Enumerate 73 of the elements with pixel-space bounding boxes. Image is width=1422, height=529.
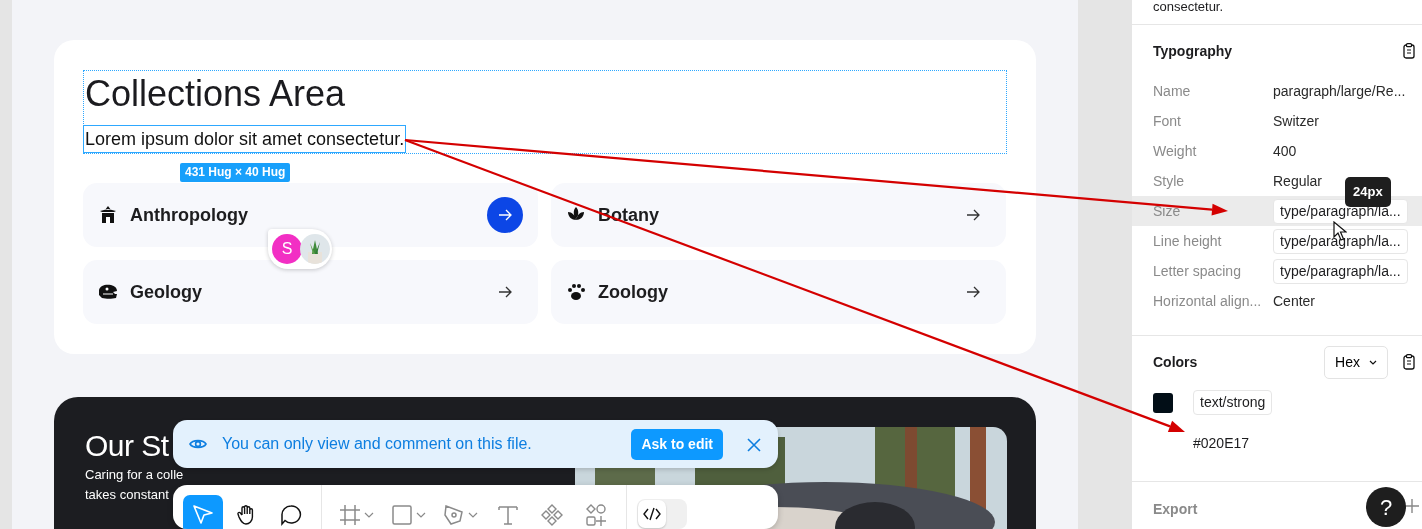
story-text-line: takes constant bbox=[85, 486, 170, 504]
tile-label: Zoology bbox=[598, 280, 669, 304]
eye-icon bbox=[189, 438, 207, 450]
section-title: Typography bbox=[1153, 41, 1234, 61]
clipboard-icon[interactable] bbox=[1402, 354, 1416, 370]
property-label: Size bbox=[1153, 201, 1182, 221]
property-label: Weight bbox=[1153, 141, 1198, 161]
tile-label: Botany bbox=[598, 203, 660, 227]
hex-value: #020E17 bbox=[1192, 434, 1251, 453]
tooltip: 24px bbox=[1345, 177, 1391, 207]
code-button[interactable] bbox=[638, 500, 666, 528]
move-tool-icon bbox=[191, 503, 215, 527]
color-token: text/strong bbox=[1193, 390, 1273, 415]
banner-message: You can only view and comment on this file. bbox=[222, 434, 533, 454]
property-label: Line height bbox=[1153, 231, 1223, 251]
property-label: Style bbox=[1153, 171, 1186, 191]
chevron-icon bbox=[1369, 359, 1377, 365]
section-heading: Collections Area bbox=[84, 72, 347, 116]
property-label: Horizontal align... bbox=[1153, 291, 1263, 311]
property-row[interactable]: Horizontal align... Center bbox=[1132, 286, 1322, 316]
collection-tile[interactable]: Botany bbox=[551, 183, 1006, 247]
property-row[interactable]: Style Regular bbox=[1132, 166, 1329, 196]
arrow-icon bbox=[966, 209, 980, 221]
property-label: Font bbox=[1153, 111, 1182, 131]
component-icon bbox=[540, 503, 564, 527]
property-text: consectetur. bbox=[1132, 0, 1422, 25]
caret-icon bbox=[364, 512, 374, 518]
story-heading: Our St bbox=[85, 428, 170, 464]
pen-icon bbox=[442, 503, 466, 527]
collection-tile[interactable]: Zoology bbox=[551, 260, 1006, 324]
property-row[interactable]: Line height type/paragraph/la... bbox=[1132, 226, 1414, 256]
property-row[interactable]: Font Switzer bbox=[1132, 106, 1325, 136]
dev-mode-toggle[interactable] bbox=[637, 499, 687, 529]
text-icon bbox=[496, 503, 520, 527]
tile-label: Geology bbox=[130, 280, 203, 304]
section-subtitle: Lorem ipsum dolor sit amet consectetur. bbox=[83, 125, 407, 153]
property-row[interactable]: Name paragraph/large/Re... bbox=[1132, 76, 1412, 106]
property-value: Switzer bbox=[1273, 111, 1319, 131]
tile-label: Anthropology bbox=[130, 203, 249, 227]
property-value: Regular bbox=[1273, 171, 1323, 191]
user-avatar: S bbox=[272, 234, 302, 264]
arrow-icon bbox=[966, 286, 980, 298]
property-value: Center bbox=[1273, 291, 1316, 311]
arrow-button[interactable] bbox=[487, 197, 523, 233]
property-row[interactable]: Letter spacing type/paragraph/la... bbox=[1132, 256, 1414, 286]
arrow-icon bbox=[498, 286, 512, 298]
property-row[interactable]: Weight 400 bbox=[1132, 136, 1303, 166]
property-value: paragraph/large/Re... bbox=[1273, 81, 1406, 101]
arrow-icon bbox=[498, 209, 512, 221]
code-icon bbox=[643, 506, 661, 522]
collection-tile[interactable]: Geology bbox=[83, 260, 538, 324]
caret-icon bbox=[468, 512, 478, 518]
shapes-icon bbox=[584, 503, 608, 527]
property-value: 400 bbox=[1273, 141, 1297, 161]
property-label: Letter spacing bbox=[1153, 261, 1242, 281]
caret-icon bbox=[416, 512, 426, 518]
temple-icon bbox=[98, 205, 118, 225]
section-title: Colors bbox=[1153, 352, 1199, 372]
close-icon bbox=[746, 436, 762, 453]
token-value[interactable]: type/paragraph/la... bbox=[1273, 228, 1408, 254]
rectangle-icon bbox=[390, 503, 414, 527]
size-label: 431 Hug × 40 Hug bbox=[180, 163, 291, 182]
format-dropdown[interactable]: Hex bbox=[1324, 345, 1388, 379]
comment-icon bbox=[279, 503, 303, 527]
clipboard-icon[interactable] bbox=[1402, 43, 1416, 59]
section-title: Export bbox=[1153, 501, 1198, 517]
frame-icon bbox=[338, 503, 362, 527]
skull-icon bbox=[98, 282, 118, 302]
property-label: Name bbox=[1153, 81, 1192, 101]
paw-icon bbox=[566, 282, 586, 302]
story-text-line: Caring for a colle bbox=[85, 466, 184, 484]
plus-icon[interactable] bbox=[1404, 498, 1420, 514]
token-value[interactable]: type/paragraph/la... bbox=[1273, 258, 1408, 284]
